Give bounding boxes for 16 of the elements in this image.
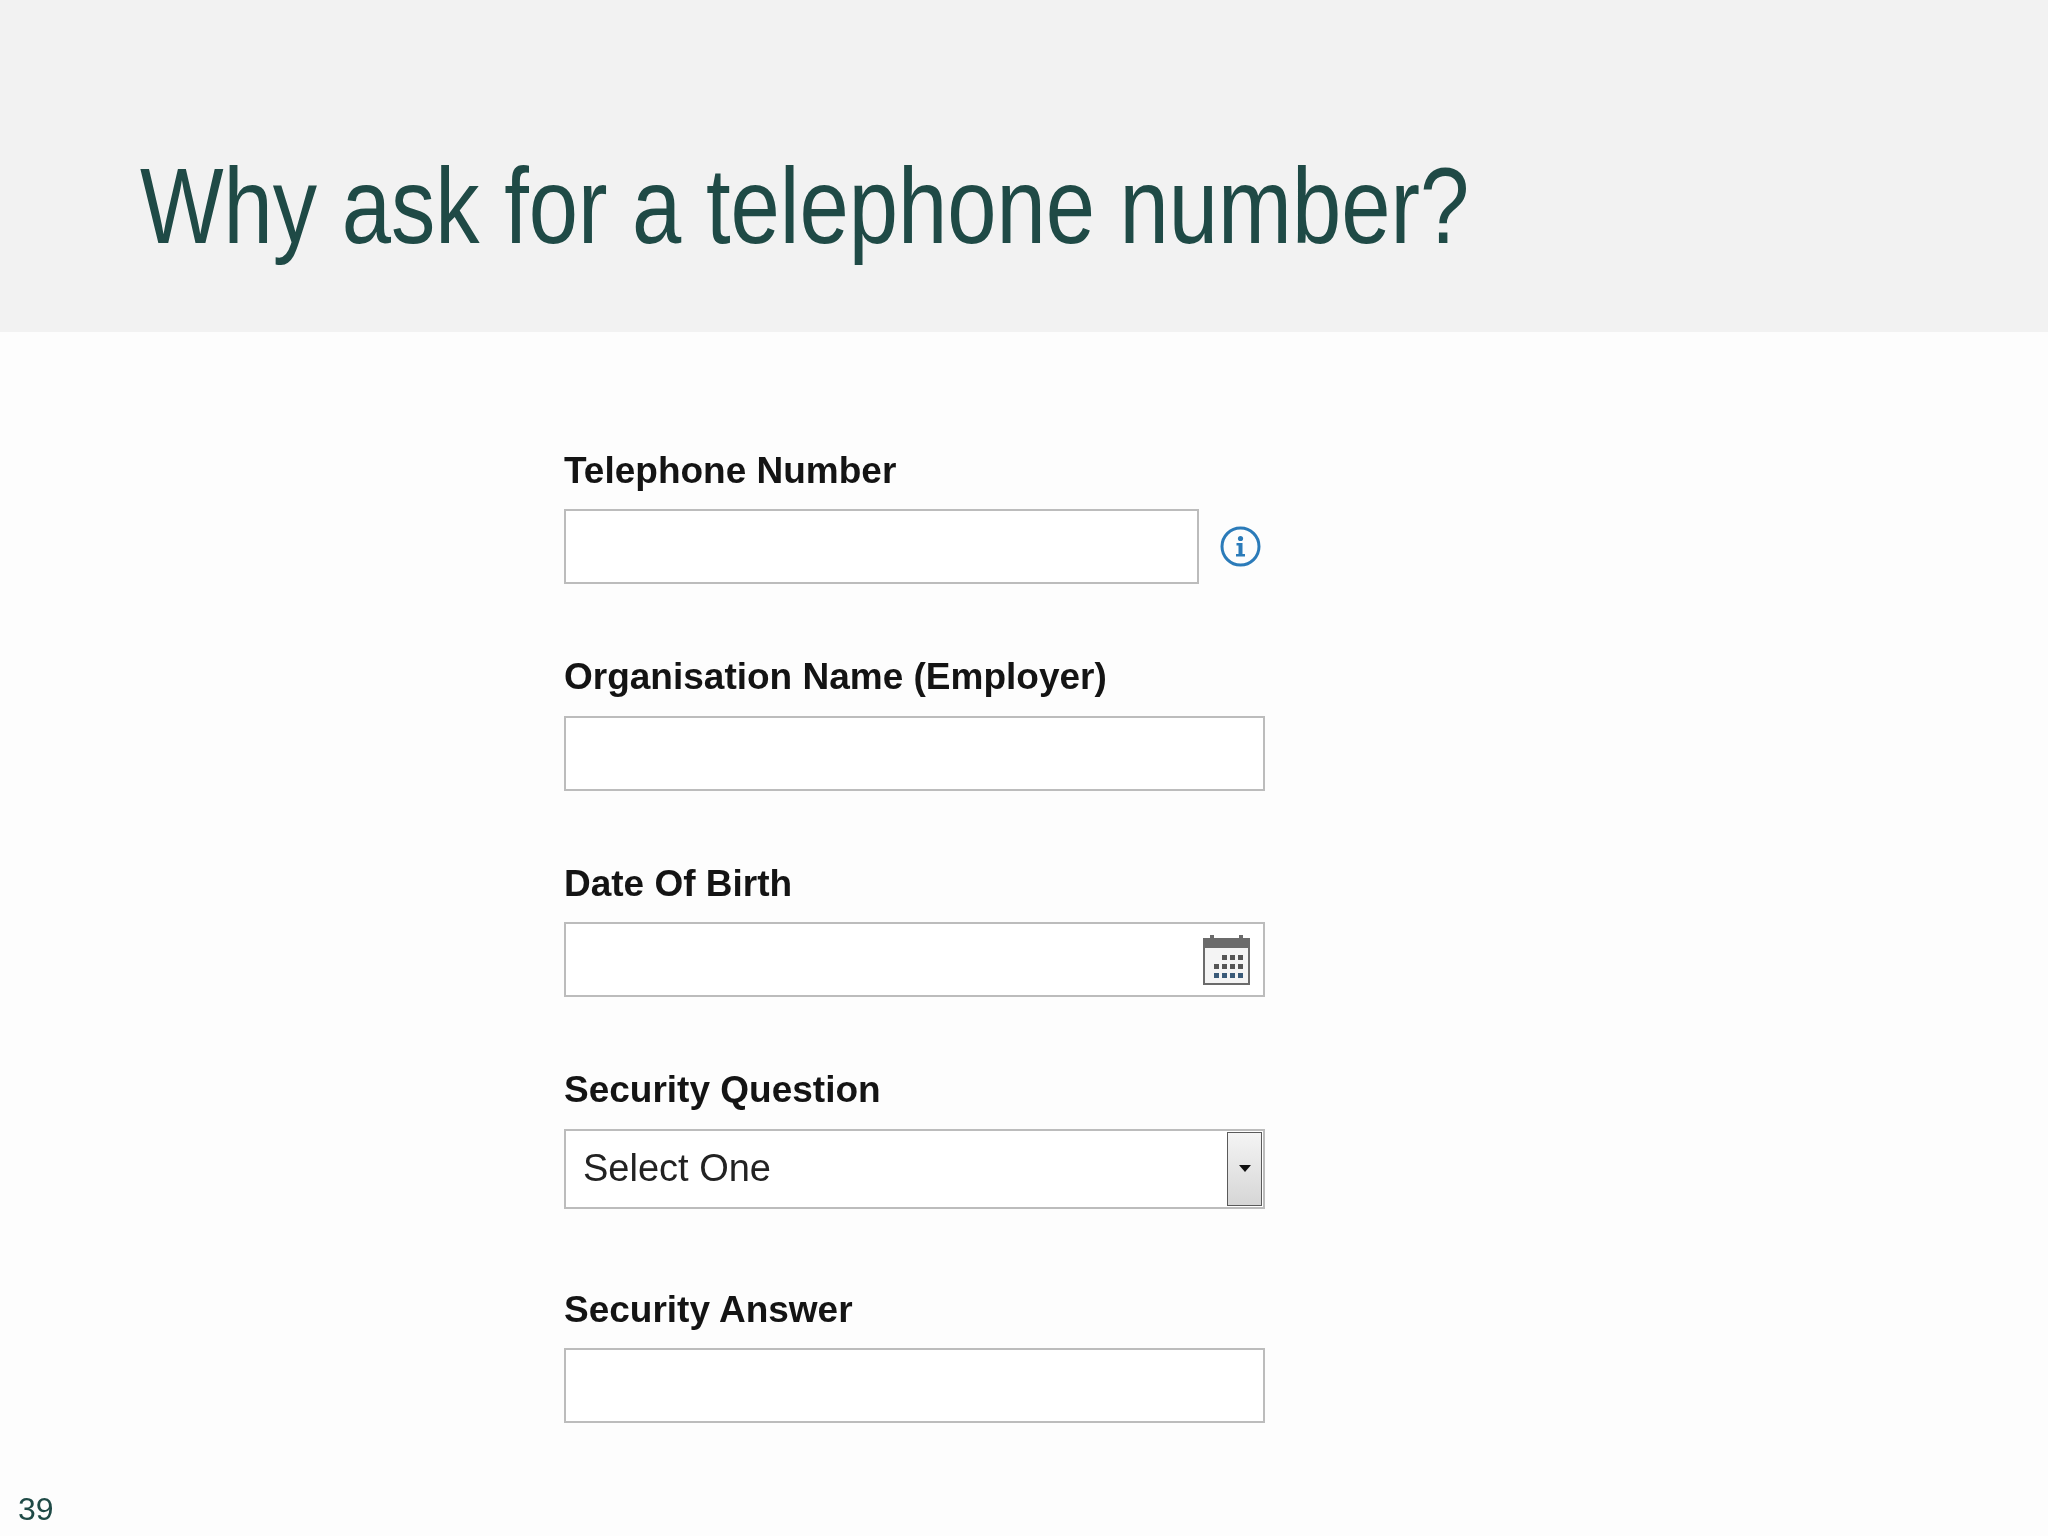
- dropdown-button[interactable]: [1227, 1131, 1262, 1206]
- date-input[interactable]: [564, 922, 1265, 998]
- field-label: Security Answer: [564, 1287, 853, 1332]
- field-label: Security Question: [564, 1068, 881, 1113]
- text-input[interactable]: [564, 1347, 1265, 1423]
- field-label: Date Of Birth: [564, 861, 793, 906]
- calendar-icon[interactable]: [1203, 934, 1250, 985]
- text-input[interactable]: [564, 509, 1199, 585]
- field-label: Organisation Name (Employer): [564, 655, 1107, 700]
- info-icon[interactable]: [1220, 526, 1261, 568]
- select-dropdown[interactable]: Select One: [564, 1128, 1265, 1209]
- field-label: Telephone Number: [564, 449, 897, 493]
- page-number: 39: [18, 1490, 54, 1527]
- slide-title: Why ask for a telephone number?: [140, 144, 1470, 268]
- caret-down-icon: [1238, 1165, 1251, 1173]
- text-input[interactable]: [564, 715, 1265, 791]
